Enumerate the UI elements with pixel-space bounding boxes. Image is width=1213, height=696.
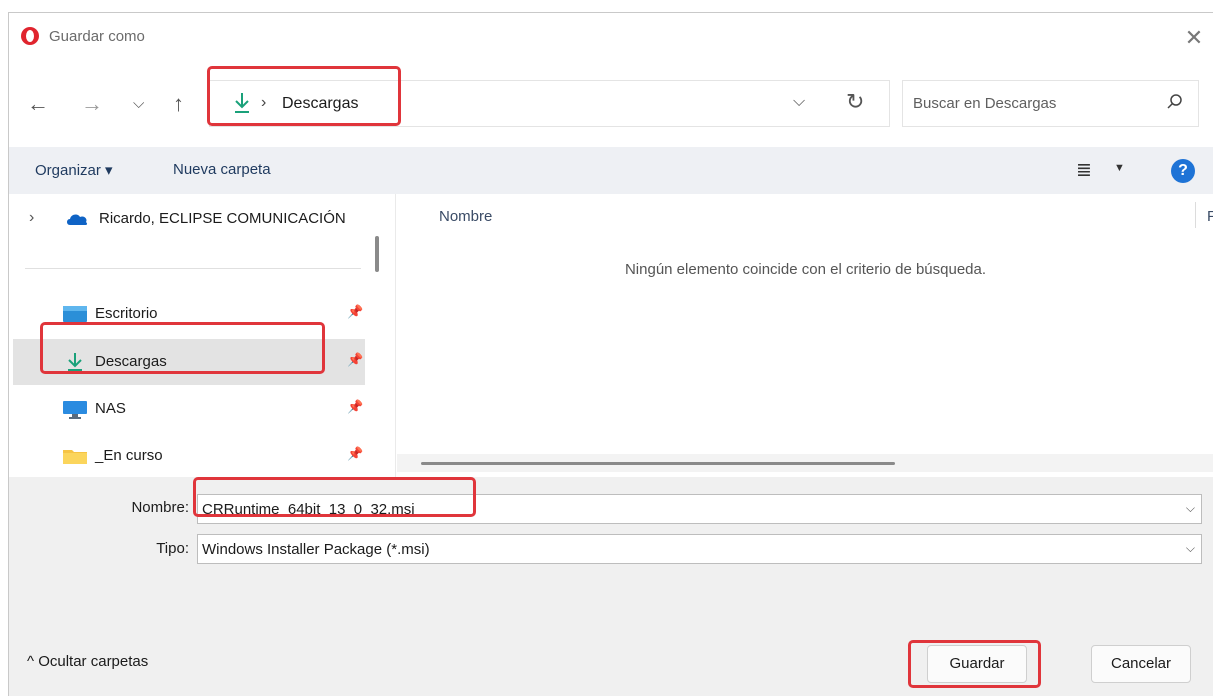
download-icon xyxy=(68,353,82,371)
sidebar-scrollbar[interactable] xyxy=(375,236,379,272)
column-header-next[interactable]: F xyxy=(1207,208,1213,225)
recent-locations-chevron-icon[interactable]: ⌵ xyxy=(133,89,144,119)
desktop-icon xyxy=(63,306,87,322)
sidebar-item-label: Ricardo, ECLIPSE COMUNICACIÓN xyxy=(99,210,346,227)
file-name-value: CRRuntime_64bit_13_0_32.msi xyxy=(202,501,415,518)
navigation-bar: ← → ⌵ ↑ › Descargas ⌵ ↻ Buscar en Descar… xyxy=(9,63,1213,147)
back-arrow-icon[interactable]: ← xyxy=(27,89,49,119)
pin-icon[interactable]: 📌 xyxy=(347,304,363,320)
forward-arrow-icon[interactable]: → xyxy=(81,89,103,119)
sidebar-item-onedrive[interactable]: › Ricardo, ECLIPSE COMUNICACIÓN xyxy=(13,196,365,242)
breadcrumb-separator: › xyxy=(261,94,267,111)
empty-message: Ningún elemento coincide con el criterio… xyxy=(624,261,987,278)
name-label: Nombre: xyxy=(131,499,189,516)
address-dropdown-chevron-icon[interactable]: ⌵ xyxy=(793,93,805,111)
folder-icon xyxy=(63,450,87,464)
save-button[interactable]: Guardar xyxy=(927,645,1027,683)
save-as-dialog: Guardar como ✕ ← → ⌵ ↑ › Descargas ⌵ ↻ B… xyxy=(8,12,1213,696)
save-form: Nombre: CRRuntime_64bit_13_0_32.msi ⌵ Ti… xyxy=(9,477,1213,627)
breadcrumb-current-folder[interactable]: Descargas xyxy=(282,95,358,113)
sidebar-item-nas[interactable]: NAS 📌 xyxy=(13,386,365,432)
pin-icon[interactable]: 📌 xyxy=(347,352,363,368)
title-bar: Guardar como ✕ xyxy=(9,13,1213,63)
navigation-pane: › Ricardo, ECLIPSE COMUNICACIÓN Escritor… xyxy=(9,194,396,477)
type-label: Tipo: xyxy=(156,540,189,557)
cloud-icon xyxy=(67,214,88,225)
monitor-icon xyxy=(63,401,87,419)
command-toolbar: Organizar ▾ Nueva carpeta ≣ ▼ ? xyxy=(9,147,1213,194)
sidebar-item-label: Descargas xyxy=(95,353,167,370)
up-arrow-icon[interactable]: ↑ xyxy=(173,89,184,119)
search-placeholder: Buscar en Descargas xyxy=(913,95,1057,112)
file-type-select[interactable]: Windows Installer Package (*.msi) ⌵ xyxy=(197,534,1202,564)
horizontal-scrollbar-thumb[interactable] xyxy=(421,462,895,465)
view-options-caret-icon[interactable]: ▼ xyxy=(1114,162,1125,174)
column-divider[interactable] xyxy=(1195,202,1196,228)
download-icon xyxy=(235,93,249,113)
expand-chevron-icon[interactable]: › xyxy=(29,209,34,227)
sidebar-item-label: Escritorio xyxy=(95,305,158,322)
file-list: Nombre F Ningún elemento coincide con el… xyxy=(397,194,1213,477)
refresh-icon[interactable]: ↻ xyxy=(846,89,864,115)
address-bar[interactable]: › Descargas ⌵ ↻ xyxy=(209,80,890,127)
sidebar-item-descargas[interactable]: Descargas 📌 xyxy=(13,339,365,385)
chevron-down-icon[interactable]: ⌵ xyxy=(1186,501,1195,516)
help-icon[interactable]: ? xyxy=(1171,159,1195,183)
sidebar-item-label: NAS xyxy=(95,400,126,417)
close-button[interactable]: ✕ xyxy=(1174,21,1213,55)
sidebar-item-escritorio[interactable]: Escritorio 📌 xyxy=(13,291,365,337)
new-folder-button[interactable]: Nueva carpeta xyxy=(173,161,271,178)
horizontal-scrollbar[interactable] xyxy=(397,454,1213,472)
sidebar-divider xyxy=(25,268,361,269)
pin-icon[interactable]: 📌 xyxy=(347,399,363,415)
cancel-button[interactable]: Cancelar xyxy=(1091,645,1191,683)
sidebar-item-label: _En curso xyxy=(95,447,163,464)
column-header-name[interactable]: Nombre xyxy=(439,208,492,225)
dialog-footer: ^ Ocultar carpetas Guardar Cancelar xyxy=(9,627,1213,696)
chevron-down-icon[interactable]: ⌵ xyxy=(1186,541,1195,556)
sidebar-item-en-curso[interactable]: _En curso 📌 xyxy=(13,433,365,479)
hide-folders-button[interactable]: ^ Ocultar carpetas xyxy=(27,653,148,670)
window-title: Guardar como xyxy=(49,28,145,45)
view-options-icon[interactable]: ≣ xyxy=(1076,159,1092,182)
opera-icon xyxy=(21,27,39,45)
organize-button[interactable]: Organizar ▾ xyxy=(35,161,113,179)
pin-icon[interactable]: 📌 xyxy=(347,446,363,462)
file-type-value: Windows Installer Package (*.msi) xyxy=(202,541,430,558)
search-input[interactable]: Buscar en Descargas xyxy=(902,80,1199,127)
file-name-input[interactable]: CRRuntime_64bit_13_0_32.msi ⌵ xyxy=(197,494,1202,524)
search-icon xyxy=(1167,94,1182,109)
